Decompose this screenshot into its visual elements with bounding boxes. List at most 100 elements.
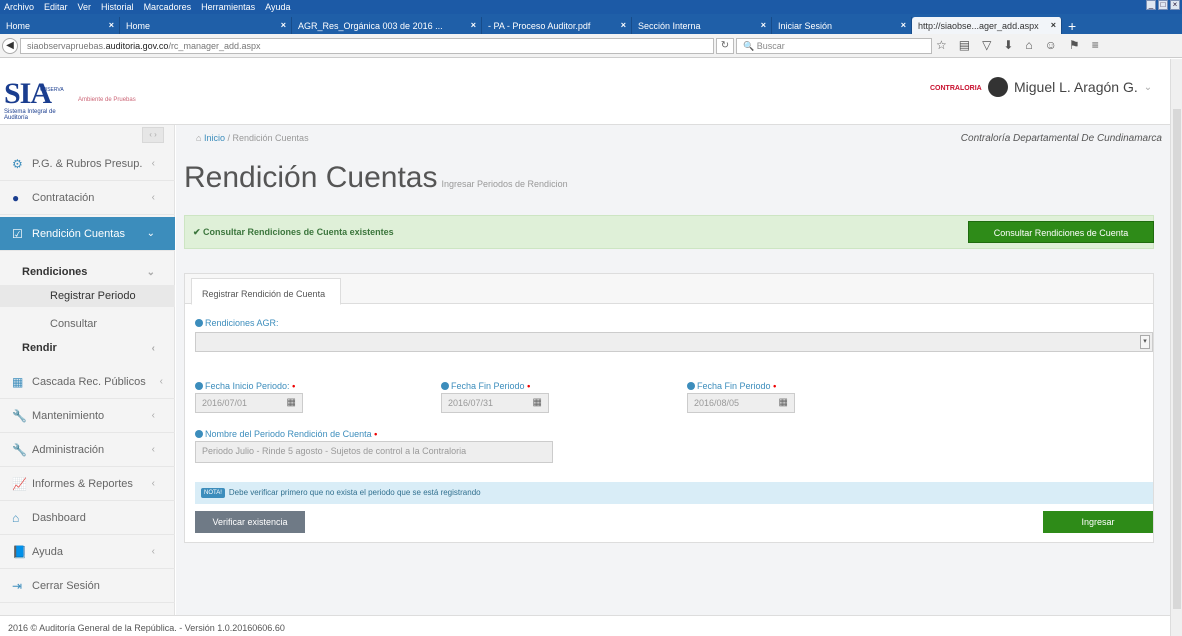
new-tab-button[interactable]: + bbox=[1062, 17, 1086, 34]
contraloria-logo: CONTRALORIA bbox=[930, 85, 982, 92]
maximize-icon[interactable]: □ bbox=[1158, 0, 1168, 10]
fecha-fin-input[interactable]: 2016/07/31 ▦ bbox=[441, 393, 549, 413]
url-bar[interactable]: siaobservapruebas.auditoria.gov.co/rc_ma… bbox=[20, 38, 714, 54]
minimize-icon[interactable]: _ bbox=[1146, 0, 1156, 10]
menu-archivo[interactable]: Archivo bbox=[4, 2, 34, 12]
sidebar-item-label: Informes & Reportes bbox=[32, 477, 133, 490]
menu-marcadores[interactable]: Marcadores bbox=[144, 2, 192, 12]
reading-list-icon[interactable]: ▤ bbox=[959, 38, 970, 52]
sia-logo[interactable]: SIA Sistema Integral de Auditoría bbox=[4, 79, 74, 122]
sidebar-sub-consultar[interactable]: Consultar bbox=[0, 313, 175, 335]
extension-icon[interactable]: ⚑ bbox=[1069, 38, 1080, 52]
breadcrumb-current: Rendición Cuentas bbox=[232, 133, 309, 143]
sidebar-item-contratacion[interactable]: ● Contratación ‹ bbox=[0, 181, 175, 215]
sidebar-sub-rendir[interactable]: Rendir ‹ bbox=[0, 337, 175, 359]
help-icon bbox=[687, 382, 695, 390]
browser-tab-active[interactable]: http://siaobse...ager_add.aspx × bbox=[912, 17, 1062, 34]
chevron-left-icon: ‹ bbox=[151, 478, 155, 489]
menu-herramientas[interactable]: Herramientas bbox=[201, 2, 255, 12]
menu-ayuda[interactable]: Ayuda bbox=[265, 2, 290, 12]
nombre-periodo-input[interactable]: Periodo Julio - Rinde 5 agosto - Sujetos… bbox=[195, 441, 553, 463]
hamburger-menu-icon[interactable]: ≡ bbox=[1092, 38, 1099, 52]
ingresar-button[interactable]: Ingresar bbox=[1043, 511, 1153, 533]
sidebar-item-informes[interactable]: 📈 Informes & Reportes ‹ bbox=[0, 467, 175, 501]
page-footer: 2016 © Auditoría General de la República… bbox=[0, 615, 1170, 636]
required-icon: • bbox=[374, 429, 378, 439]
browser-tab[interactable]: Iniciar Sesión × bbox=[772, 17, 912, 34]
download-icon[interactable]: ⬇ bbox=[1003, 38, 1013, 52]
browser-tab[interactable]: AGR_Res_Orgánica 003 de 2016 ... × bbox=[292, 17, 482, 34]
wrench-icon: 🔧 bbox=[12, 408, 27, 423]
pocket-icon[interactable]: ▽ bbox=[982, 38, 991, 52]
browser-tab[interactable]: - PA - Proceso Auditor.pdf × bbox=[482, 17, 632, 34]
sidebar-item-dashboard[interactable]: ⌂ Dashboard bbox=[0, 501, 175, 535]
browser-tab[interactable]: Sección Interna × bbox=[632, 17, 772, 34]
logo-subtitle: Sistema Integral de Auditoría bbox=[4, 109, 56, 121]
reload-icon[interactable]: ↻ bbox=[716, 38, 734, 54]
url-domain: auditoria.gov.co bbox=[105, 41, 169, 51]
close-tab-icon[interactable]: × bbox=[621, 20, 626, 30]
sidebar-item-pg-rubros[interactable]: ⚙ P.G. & Rubros Presup. ‹ bbox=[0, 147, 175, 181]
page-scrollbar[interactable] bbox=[1170, 59, 1182, 636]
chevron-down-icon: ⌄ bbox=[146, 266, 155, 278]
page-subtitle: Ingresar Periodos de Rendicion bbox=[441, 179, 568, 189]
chevron-left-icon: ‹ bbox=[159, 376, 163, 387]
consultar-rendiciones-button[interactable]: Consultar Rendiciones de Cuenta bbox=[968, 221, 1154, 243]
page-title: Rendición Cuentas Ingresar Periodos de Re… bbox=[184, 161, 568, 195]
close-tab-icon[interactable]: × bbox=[281, 20, 286, 30]
menu-ver[interactable]: Ver bbox=[78, 2, 92, 12]
menu-historial[interactable]: Historial bbox=[101, 2, 134, 12]
sidebar-sub-registrar-periodo[interactable]: Registrar Periodo bbox=[0, 285, 175, 307]
required-icon: • bbox=[527, 381, 531, 391]
scrollbar-thumb[interactable] bbox=[1173, 109, 1181, 609]
user-menu[interactable]: Miguel L. Aragón G. ⌄ bbox=[988, 77, 1152, 97]
sidebar: ‹ › ⚙ P.G. & Rubros Presup. ‹ ● Contratació… bbox=[0, 125, 175, 615]
input-value: 2016/07/01 bbox=[202, 398, 248, 408]
sidebar-sub-rendiciones[interactable]: Rendiciones ⌄ bbox=[0, 261, 175, 283]
tab-registrar-rendicion[interactable]: Registrar Rendición de Cuenta bbox=[191, 278, 341, 305]
rendiciones-agr-select[interactable]: ▾ bbox=[195, 332, 1153, 352]
close-tab-icon[interactable]: × bbox=[901, 20, 906, 30]
fecha-fin2-input[interactable]: 2016/08/05 ▦ bbox=[687, 393, 795, 413]
calendar-icon[interactable]: ▦ bbox=[779, 397, 788, 408]
url-path: /rc_manager_add.aspx bbox=[168, 41, 261, 51]
back-button[interactable]: ◀ bbox=[2, 38, 18, 54]
close-window-icon[interactable]: × bbox=[1170, 0, 1180, 10]
sync-icon[interactable]: ☺ bbox=[1045, 38, 1057, 52]
sidebar-item-cerrar-sesion[interactable]: ⇥ Cerrar Sesión bbox=[0, 569, 175, 603]
menu-editar[interactable]: Editar bbox=[44, 2, 68, 12]
required-icon: • bbox=[292, 381, 296, 391]
chevron-left-icon: ‹ bbox=[151, 158, 155, 169]
home-browser-icon[interactable]: ⌂ bbox=[1025, 38, 1032, 52]
calendar-icon[interactable]: ▦ bbox=[287, 397, 296, 408]
verificar-existencia-button[interactable]: Verificar existencia bbox=[195, 511, 305, 533]
breadcrumb-home-link[interactable]: Inicio bbox=[204, 133, 225, 143]
sidebar-item-ayuda[interactable]: 📘 Ayuda ‹ bbox=[0, 535, 175, 569]
gears-icon: ⚙ bbox=[12, 156, 23, 171]
help-icon bbox=[441, 382, 449, 390]
circle-icon: ● bbox=[12, 190, 20, 205]
main-content: ⌂ Inicio / Rendición Cuentas Contraloría… bbox=[176, 125, 1170, 615]
select-arrow-icon: ▾ bbox=[1140, 335, 1150, 349]
chevron-left-icon: ‹ bbox=[151, 444, 155, 455]
grid-icon: ▦ bbox=[12, 374, 24, 389]
close-tab-icon[interactable]: × bbox=[109, 20, 114, 30]
sidebar-item-mantenimiento[interactable]: 🔧 Mantenimiento ‹ bbox=[0, 399, 175, 433]
sidebar-item-label: Rendición Cuentas bbox=[32, 227, 125, 240]
browser-tab[interactable]: Home × bbox=[0, 17, 120, 34]
close-tab-icon[interactable]: × bbox=[761, 20, 766, 30]
url-prefix: siaobservapruebas. bbox=[27, 41, 106, 51]
tab-label: Home bbox=[6, 20, 31, 31]
browser-search-input[interactable]: 🔍 Buscar bbox=[736, 38, 932, 54]
close-tab-icon[interactable]: × bbox=[1051, 20, 1056, 30]
sidebar-item-rendicion-cuentas[interactable]: ☑ Rendición Cuentas ⌄ bbox=[0, 217, 175, 251]
close-tab-icon[interactable]: × bbox=[471, 20, 476, 30]
sidebar-item-administracion[interactable]: 🔧 Administración ‹ bbox=[0, 433, 175, 467]
fecha-inicio-input[interactable]: 2016/07/01 ▦ bbox=[195, 393, 303, 413]
sidebar-item-cascada[interactable]: ▦ Cascada Rec. Públicos ‹ bbox=[0, 365, 175, 399]
browser-tab[interactable]: Home × bbox=[120, 17, 292, 34]
browser-tabbar: Home × Home × AGR_Res_Orgánica 003 de 2016… bbox=[0, 14, 1182, 34]
calendar-icon[interactable]: ▦ bbox=[533, 397, 542, 408]
sidebar-toggle-button[interactable]: ‹ › bbox=[142, 127, 164, 143]
star-icon[interactable]: ☆ bbox=[936, 38, 947, 52]
